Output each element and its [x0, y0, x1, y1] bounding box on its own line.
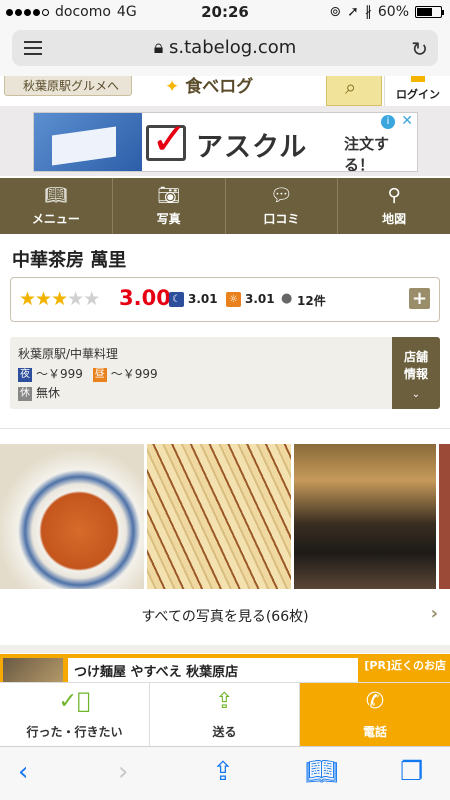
restaurant-info: 秋葉原駅/中華料理 夜～￥999 昼～￥999 休無休 店舗 情報 ⌄ — [10, 337, 440, 409]
moon-icon: ☾ — [169, 292, 184, 307]
star-icon: ★ — [19, 288, 36, 310]
camera-icon: 📷︎ — [157, 185, 181, 206]
share-icon: ⇪ — [215, 689, 234, 714]
holiday-badge: 休 — [18, 386, 32, 401]
restaurant-tabs: 📖︎ メニュー 📷︎ 写真 💬︎ 口コミ ⚲ 地図 — [0, 178, 450, 234]
chevron-right-icon: › — [430, 603, 438, 624]
share-button[interactable]: ⇪ 送る — [150, 683, 300, 747]
lunch-score: 3.01 — [245, 292, 275, 306]
divider — [0, 428, 450, 429]
search-button[interactable]: ⌕ — [326, 76, 382, 106]
dinner-score: 3.01 — [188, 292, 218, 306]
store-info-button[interactable]: 店舗 情報 ⌄ — [392, 337, 440, 409]
ad-area: アスクル 注文する！ i ✕ — [0, 106, 450, 176]
tab-menu[interactable]: 📖︎ メニュー — [0, 178, 113, 234]
pr-label: [PR]近くのお店 — [364, 659, 446, 672]
tab-map[interactable]: ⚲ 地図 — [338, 178, 450, 234]
comment-icon: 💬︎ — [269, 185, 293, 206]
expand-rating-button[interactable]: + — [409, 288, 430, 309]
bluetooth-icon: ∦ — [364, 4, 372, 20]
dinner-budget: 夜～￥999 昼～￥999 — [18, 367, 158, 382]
ad-info-icon[interactable]: i — [381, 115, 395, 129]
status-bar: docomo 4G 20:26 ⊚ ➚ ∦ 60% — [0, 0, 450, 26]
see-all-photos-label: すべての写真を見る(66枚) — [141, 609, 309, 625]
chevron-down-icon: ⌄ — [411, 389, 421, 400]
site-logo[interactable]: ✦ 食べログ — [165, 76, 253, 97]
see-all-photos-link[interactable]: すべての写真を見る(66枚) › — [0, 593, 450, 639]
login-icon — [411, 76, 425, 82]
pr-restaurant-name: つけ麺屋 やすべえ 秋葉原店 — [68, 658, 358, 682]
ad-brand: アスクル — [196, 132, 308, 163]
search-icon: ⌕ — [345, 76, 357, 99]
star-icon: ★ — [51, 288, 68, 310]
lock-icon: 🔒︎ — [153, 37, 169, 58]
logo-mark-icon: ✦ — [165, 77, 180, 97]
rating-box: ★★★★★ 3.00 ☾ 3.01 ☼ 3.01 ● 12件 + — [10, 277, 440, 322]
photo-strip — [0, 444, 450, 589]
battery-percent: 60% — [377, 4, 409, 20]
ad-product-image — [34, 113, 142, 171]
share-sheet-icon[interactable]: ⇪ — [212, 757, 234, 787]
tab-reviews[interactable]: 💬︎ 口コミ — [226, 178, 339, 234]
star-icon: ★ — [83, 288, 100, 310]
star-rating: ★★★★★ — [19, 288, 100, 310]
sun-icon: ☼ — [226, 292, 241, 307]
login-button[interactable]: ログイン — [384, 76, 450, 106]
phone-icon: ✆ — [365, 689, 385, 714]
lunch-badge: 昼 — [92, 367, 107, 382]
star-icon: ★ — [35, 288, 52, 310]
tabs-icon[interactable]: ❐ — [400, 757, 423, 787]
call-button[interactable]: ✆ 電話 — [300, 683, 450, 747]
ad-banner[interactable]: アスクル 注文する！ i ✕ — [33, 112, 418, 172]
reload-icon[interactable]: ↻ — [411, 37, 428, 61]
photo-thumbnail[interactable] — [0, 444, 144, 589]
been-want-button[interactable]: ✓⃝ 行った・行きたい — [0, 683, 150, 747]
forward-icon[interactable]: › — [118, 757, 128, 787]
battery-icon — [415, 6, 444, 18]
review-count: 12件 — [297, 294, 326, 308]
dinner-badge: 夜 — [18, 367, 32, 382]
rating-score: 3.00 — [119, 286, 171, 310]
photo-thumbnail[interactable] — [294, 444, 436, 589]
tab-photos[interactable]: 📷︎ 写真 — [113, 178, 226, 234]
check-icon: ✓⃝ — [58, 689, 91, 714]
location-icon: ➚ — [347, 4, 359, 20]
back-icon[interactable]: ‹ — [18, 757, 28, 787]
ad-close-icon[interactable]: ✕ — [401, 113, 413, 129]
ad-check-logo-icon — [146, 114, 188, 165]
rotation-lock-icon: ⊚ — [329, 4, 342, 20]
star-icon: ★ — [67, 288, 84, 310]
station-genre: 秋葉原駅/中華料理 — [18, 347, 119, 361]
book-icon: 📖︎ — [44, 185, 68, 206]
bookmarks-icon[interactable]: 📖︎ — [305, 757, 338, 787]
browser-url-bar: 🔒︎ s.tabelog.com ↻ — [0, 26, 450, 76]
holiday-row: 休無休 — [18, 386, 61, 401]
review-count-icon: ● — [281, 291, 293, 306]
photo-thumbnail[interactable] — [439, 444, 450, 589]
browser-toolbar: ‹ › ⇪ 📖︎ ❐ — [0, 746, 450, 800]
store-info-label: 店舗 情報 — [403, 350, 428, 381]
url-text: s.tabelog.com — [169, 37, 297, 58]
address-field[interactable]: 🔒︎ s.tabelog.com ↻ — [12, 30, 438, 66]
ad-cta: 注文する！ — [344, 135, 390, 172]
restaurant-name: 中華茶房 萬里 — [12, 250, 127, 271]
action-bar: ✓⃝ 行った・行きたい ⇪ 送る ✆ 電話 — [0, 682, 450, 747]
pr-nearby-banner[interactable]: つけ麺屋 やすべえ 秋葉原店 [PR]近くのお店 — [0, 654, 450, 682]
login-label: ログイン — [396, 88, 440, 101]
map-pin-icon: ⚲ — [387, 185, 401, 206]
site-header: 秋葉原駅グルメへ ✦ 食べログ ⌕ ログイン — [0, 76, 450, 106]
pr-thumbnail — [3, 658, 63, 682]
breadcrumb-back-button[interactable]: 秋葉原駅グルメへ — [4, 76, 133, 96]
photo-thumbnail[interactable] — [147, 444, 291, 589]
section-divider — [0, 645, 450, 653]
